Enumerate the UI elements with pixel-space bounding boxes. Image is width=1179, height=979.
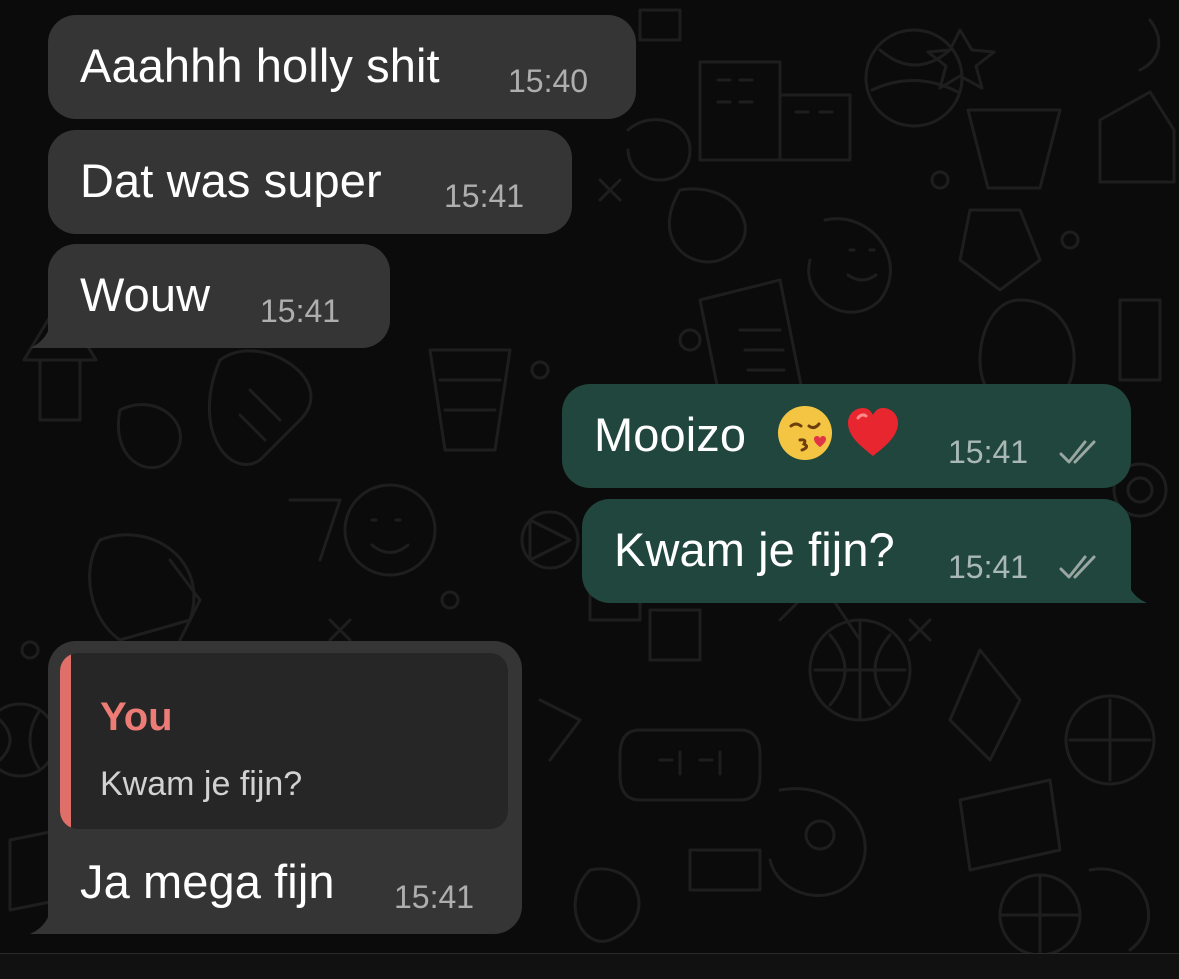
input-area-edge bbox=[0, 953, 1179, 979]
incoming-message-bubble[interactable]: Dat was super 15:41 bbox=[48, 130, 572, 234]
incoming-bubble-tail bbox=[30, 304, 64, 348]
double-check-read-icon bbox=[1059, 555, 1096, 579]
message-time: 15:41 bbox=[260, 293, 341, 329]
incoming-message-bubble[interactable]: Aaahhh holly shit 15:40 bbox=[48, 15, 636, 119]
message-text: Wouw bbox=[80, 268, 211, 321]
message-text: Ja mega fijn bbox=[80, 855, 335, 908]
message-text: Aaahhh holly shit bbox=[80, 39, 440, 92]
message-time: 15:41 bbox=[948, 549, 1029, 585]
message-time: 15:41 bbox=[444, 178, 525, 214]
outgoing-bubble-tail bbox=[1113, 559, 1147, 603]
message-text: Dat was super bbox=[80, 154, 382, 207]
message-time: 15:41 bbox=[394, 879, 475, 915]
incoming-bubble-tail bbox=[30, 890, 64, 934]
outgoing-message-bubble[interactable]: Mooizo 15:41 bbox=[562, 384, 1131, 488]
outgoing-message-bubble[interactable]: Kwam je fijn? 15:41 bbox=[582, 499, 1131, 603]
quoted-message-author: You bbox=[100, 695, 173, 739]
quote-accent-bar bbox=[60, 653, 71, 829]
message-text: Kwam je fijn? bbox=[614, 523, 895, 576]
chat-screen: Aaahhh holly shit 15:40 Dat was super 15… bbox=[0, 0, 1179, 979]
quoted-message-text: Kwam je fijn? bbox=[100, 765, 303, 803]
red-heart-emoji-icon bbox=[848, 408, 898, 456]
incoming-reply-message-bubble[interactable]: You Kwam je fijn? Ja mega fijn 15:41 bbox=[48, 641, 522, 934]
message-time: 15:40 bbox=[508, 63, 589, 99]
quoted-message-preview[interactable]: You Kwam je fijn? bbox=[60, 653, 508, 829]
double-check-read-icon bbox=[1059, 440, 1096, 464]
kissing-face-emoji-icon bbox=[778, 406, 832, 460]
incoming-message-bubble[interactable]: Wouw 15:41 bbox=[48, 244, 390, 348]
message-text: Mooizo bbox=[594, 408, 747, 461]
message-time: 15:41 bbox=[948, 434, 1029, 470]
